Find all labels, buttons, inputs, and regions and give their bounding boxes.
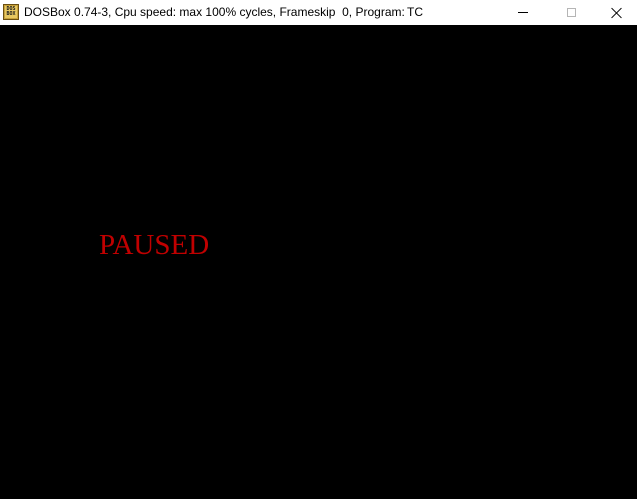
title-bar[interactable]: DOS BOX DOSBox 0.74-3, Cpu speed: max 10…: [0, 0, 637, 25]
minimize-button[interactable]: [500, 0, 546, 25]
dos-screen[interactable]: PAUSED: [0, 25, 637, 499]
close-button[interactable]: [594, 0, 637, 25]
close-icon: [611, 7, 623, 19]
paused-label: PAUSED: [99, 229, 210, 261]
minimize-icon: [518, 12, 528, 13]
icon-text-bottom: BOX: [6, 11, 16, 17]
maximize-button[interactable]: [548, 0, 594, 25]
dosbox-window: DOS BOX DOSBox 0.74-3, Cpu speed: max 10…: [0, 0, 637, 499]
dosbox-icon[interactable]: DOS BOX: [3, 4, 19, 20]
program-name: TC: [407, 5, 423, 19]
maximize-icon: [566, 8, 576, 17]
window-title: DOSBox 0.74-3, Cpu speed: max 100% cycle…: [24, 5, 405, 19]
